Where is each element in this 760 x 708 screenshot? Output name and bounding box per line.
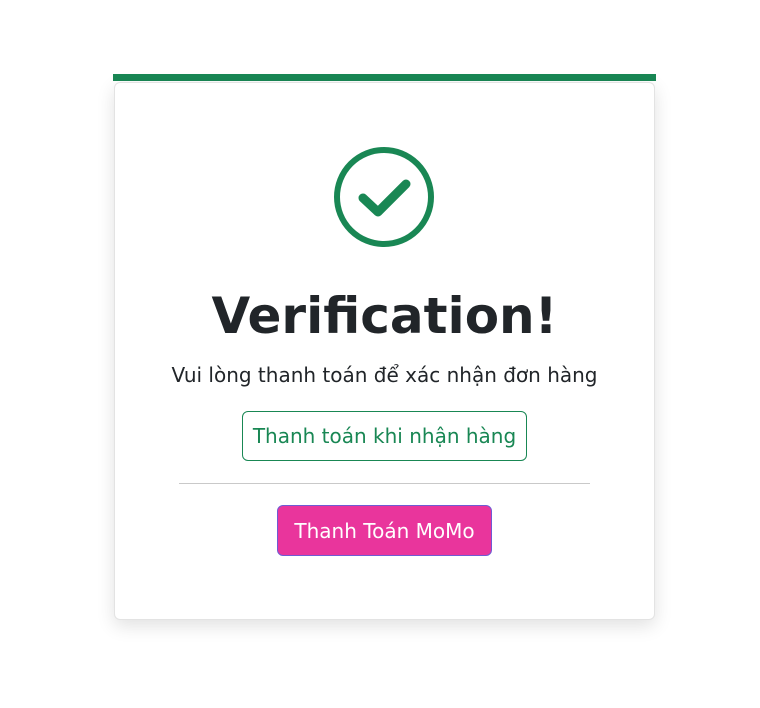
cash-on-delivery-button[interactable]: Thanh toán khi nhận hàng xyxy=(242,411,527,461)
check-circle-icon xyxy=(333,146,435,248)
divider xyxy=(179,483,590,484)
card-accent-bar xyxy=(113,74,656,81)
momo-payment-button[interactable]: Thanh Toán MoMo xyxy=(277,505,492,556)
payment-message: Vui lòng thanh toán để xác nhận đơn hàng xyxy=(171,363,598,387)
page-title: Verification! xyxy=(211,287,558,345)
